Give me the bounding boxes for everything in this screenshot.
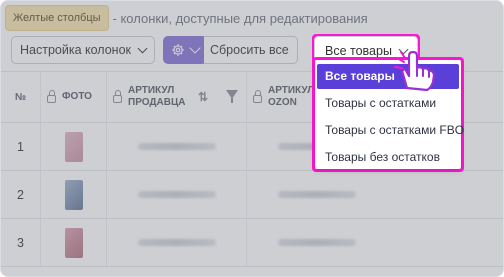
app-window: Желтые столбцы - колонки, доступные для … <box>0 0 504 277</box>
menu-item-all[interactable]: Все товары <box>317 64 459 89</box>
blurred-ozon-sku <box>278 191 356 198</box>
header-seller-sku[interactable]: АРТИКУЛ ПРОДАВЦА ⇅ <box>107 72 247 122</box>
header-photo-label: ФОТО <box>62 91 92 102</box>
header-number-label: № <box>14 91 27 103</box>
header-photo: ФОТО <box>41 72 107 122</box>
yellow-columns-tag: Желтые столбцы <box>5 5 109 31</box>
column-settings-button[interactable]: Настройка колонок <box>11 36 155 64</box>
column-settings-label: Настройка колонок <box>20 43 132 57</box>
header-seller-sku-label: АРТИКУЛ ПРОДАВЦА <box>128 85 186 108</box>
row-number: 3 <box>17 235 24 250</box>
reset-all-button[interactable]: Сбросить все <box>204 36 298 64</box>
menu-item-no-stock[interactable]: Товары без остатков <box>315 145 461 170</box>
stock-filter-menu: Все товары Товары с остатками Товары с о… <box>315 60 464 170</box>
lock-icon <box>113 90 122 103</box>
toolbar: Настройка колонок Сбросить все <box>11 36 298 64</box>
hand-cursor-icon <box>394 50 436 92</box>
row-number: 2 <box>17 187 24 202</box>
menu-item-with-stock[interactable]: Товары с остатками <box>315 91 461 116</box>
product-thumbnail[interactable] <box>64 227 83 258</box>
header-number: № <box>1 72 41 122</box>
lock-icon <box>253 90 262 103</box>
gear-menu-button[interactable] <box>163 36 207 64</box>
blurred-ozon-sku <box>278 239 356 246</box>
menu-item-with-stock-fbo[interactable]: Товары с остатками FBO <box>315 118 464 143</box>
blurred-seller-sku <box>137 191 216 198</box>
chevron-down-icon <box>189 42 201 54</box>
editable-columns-hint: Желтые столбцы - колонки, доступные для … <box>5 5 368 31</box>
row-number: 1 <box>17 139 24 154</box>
hint-text: - колонки, доступные для редактирования <box>112 10 368 26</box>
gear-icon <box>172 44 184 56</box>
table-row[interactable]: 2 <box>1 171 503 219</box>
chevron-down-icon <box>137 43 148 53</box>
product-thumbnail[interactable] <box>64 131 83 162</box>
table-row[interactable]: 3 <box>1 219 503 267</box>
blurred-seller-sku <box>137 239 216 246</box>
sort-icon[interactable]: ⇅ <box>198 90 208 104</box>
blurred-seller-sku <box>137 143 216 150</box>
filter-icon[interactable] <box>226 90 238 103</box>
lock-icon <box>47 90 56 103</box>
product-thumbnail[interactable] <box>64 179 83 210</box>
